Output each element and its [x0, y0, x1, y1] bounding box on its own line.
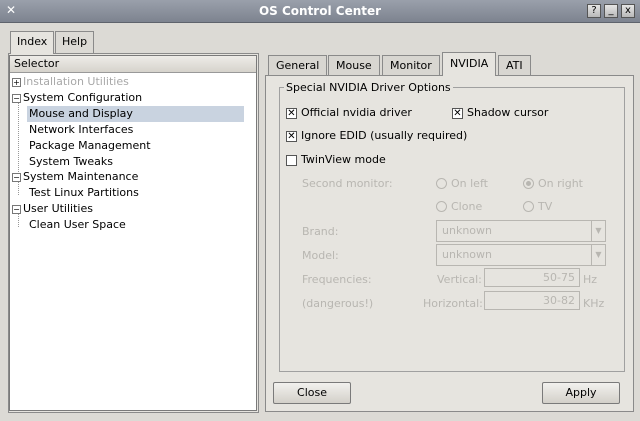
tab-nvidia[interactable]: NVIDIA — [442, 52, 497, 76]
frequencies-label: Frequencies: — [302, 273, 372, 286]
on-right-radio[interactable] — [523, 178, 534, 189]
tree-item-label: Test Linux Partitions — [29, 186, 139, 199]
tab-monitor[interactable]: Monitor — [382, 55, 440, 75]
collapse-icon[interactable]: − — [12, 172, 21, 182]
tv-label[interactable]: TV — [538, 200, 552, 213]
tree-item-label: Clean User Space — [29, 218, 126, 231]
clone-label[interactable]: Clone — [451, 200, 482, 213]
shadow-cursor-checkbox[interactable]: ✕ — [452, 108, 463, 119]
help-button[interactable]: ? — [587, 4, 601, 18]
on-left-label[interactable]: On left — [451, 177, 488, 190]
close-button[interactable]: Close — [273, 382, 351, 404]
minimize-button[interactable]: _ — [604, 4, 618, 18]
tree-item-label: System Maintenance — [23, 170, 139, 183]
tree-item-label: System Configuration — [23, 91, 143, 104]
vertical-unit: Hz — [583, 273, 598, 286]
apply-button[interactable]: Apply — [542, 382, 620, 404]
tv-radio[interactable] — [523, 201, 534, 212]
ignore-edid-checkbox[interactable]: ✕ — [286, 131, 297, 142]
tree-item-label: Package Management — [29, 139, 151, 152]
tree-item-label: User Utilities — [23, 202, 93, 215]
tree-item-label: Mouse and Display — [29, 107, 133, 120]
vertical-frequency-input[interactable]: 50-75 — [484, 268, 580, 287]
collapse-icon[interactable]: − — [12, 93, 21, 103]
tree-item-system-tweaks[interactable]: System Tweaks — [29, 154, 113, 170]
tree-item-label: Installation Utilities — [23, 75, 129, 88]
collapse-icon[interactable]: − — [12, 204, 21, 214]
on-left-radio[interactable] — [436, 178, 447, 189]
tree-item-label: Network Interfaces — [29, 123, 134, 136]
tab-general[interactable]: General — [268, 55, 328, 75]
clone-radio[interactable] — [436, 201, 447, 212]
tree-item-installation-utilities[interactable]: + Installation Utilities — [12, 74, 129, 90]
chevron-down-icon[interactable]: ▼ — [591, 245, 605, 265]
second-monitor-label: Second monitor: — [302, 177, 393, 190]
twinview-label[interactable]: TwinView mode — [301, 153, 386, 166]
dangerous-label: (dangerous!) — [302, 297, 374, 310]
window-title: OS Control Center — [258, 4, 382, 18]
horizontal-unit: KHz — [583, 297, 605, 310]
tree-item-network-interfaces[interactable]: Network Interfaces — [29, 122, 133, 138]
model-label: Model: — [302, 249, 339, 262]
brand-select[interactable]: unknown ▼ — [436, 220, 606, 242]
tab-mouse[interactable]: Mouse — [328, 55, 380, 75]
tab-help[interactable]: Help — [55, 31, 95, 53]
tree-guide-line — [18, 100, 19, 180]
brand-value: unknown — [442, 224, 492, 237]
ignore-edid-label[interactable]: Ignore EDID (usually required) — [301, 129, 467, 142]
vertical-label: Vertical: — [437, 273, 482, 286]
tab-index[interactable]: Index — [10, 31, 55, 54]
tree-item-package-management[interactable]: Package Management — [29, 138, 151, 154]
tree-header[interactable]: Selector — [10, 56, 256, 73]
shadow-cursor-label[interactable]: Shadow cursor — [467, 106, 548, 119]
model-select[interactable]: unknown ▼ — [436, 244, 606, 266]
horizontal-frequency-input[interactable]: 30-82 — [484, 291, 580, 310]
title-bar[interactable]: ✕ OS Control Center ? _ x — [0, 0, 640, 23]
tree-item-system-maintenance[interactable]: − System Maintenance — [12, 169, 138, 185]
tree-item-system-configuration[interactable]: − System Configuration — [12, 90, 142, 106]
official-driver-label[interactable]: Official nvidia driver — [301, 106, 412, 119]
on-right-label[interactable]: On right — [538, 177, 583, 190]
tab-ati[interactable]: ATI — [498, 55, 531, 75]
official-driver-checkbox[interactable]: ✕ — [286, 108, 297, 119]
tree-item-test-linux-partitions[interactable]: Test Linux Partitions — [29, 185, 139, 201]
tree-item-label: System Tweaks — [29, 155, 114, 168]
group-title: Special NVIDIA Driver Options — [284, 81, 453, 94]
close-window-button[interactable]: x — [621, 4, 635, 18]
twinview-checkbox[interactable] — [286, 155, 297, 166]
expand-icon[interactable]: + — [12, 77, 21, 87]
brand-label: Brand: — [302, 225, 339, 238]
horizontal-label: Horizontal: — [423, 297, 483, 310]
tree-item-clean-user-space[interactable]: Clean User Space — [29, 217, 126, 233]
tree-item-mouse-and-display[interactable]: Mouse and Display — [27, 106, 244, 122]
chevron-down-icon[interactable]: ▼ — [591, 221, 605, 241]
tree-item-user-utilities[interactable]: − User Utilities — [12, 201, 93, 217]
model-value: unknown — [442, 248, 492, 261]
selector-tree[interactable]: Selector + Installation Utilities − System… — [9, 55, 257, 411]
